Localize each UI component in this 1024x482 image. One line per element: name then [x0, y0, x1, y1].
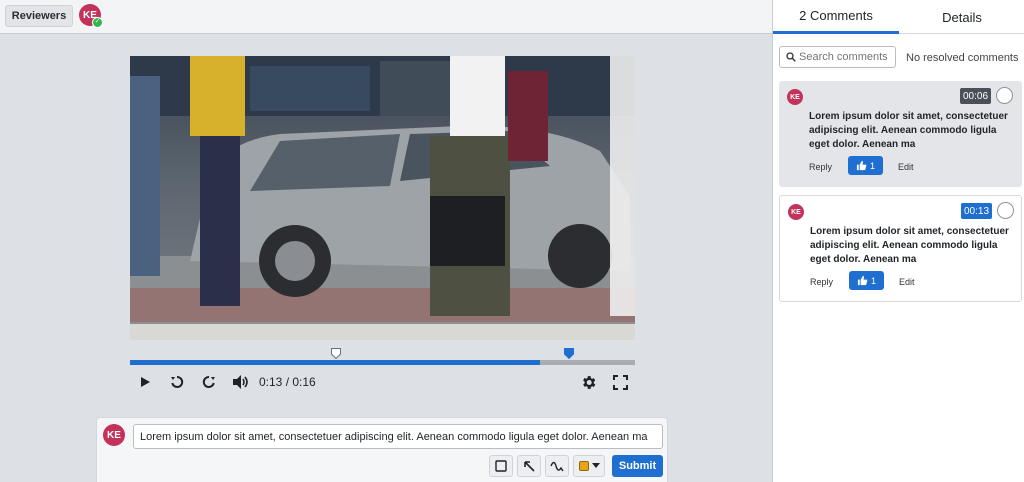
timeline-progress [130, 360, 541, 365]
tab-details[interactable]: Details [899, 0, 1024, 34]
play-icon [141, 377, 150, 387]
video-frame[interactable] [130, 56, 635, 340]
arrow-tool-button[interactable] [517, 455, 541, 477]
top-bar: Reviewers KE ✓ [0, 0, 772, 34]
comment-card[interactable]: KE 00:06 Lorem ipsum dolor sit amet, con… [779, 81, 1022, 187]
forward-button[interactable] [200, 373, 218, 391]
resolve-checkbox[interactable] [996, 87, 1013, 104]
reply-button[interactable]: Reply [810, 277, 833, 287]
resolved-comments-label[interactable]: No resolved comments [906, 52, 1019, 64]
edit-button[interactable]: Edit [898, 162, 914, 172]
time-display: 0:13 / 0:16 [259, 375, 316, 389]
online-status-icon: ✓ [92, 17, 103, 28]
like-button[interactable]: 1 [849, 271, 884, 290]
freehand-tool-button[interactable] [545, 455, 569, 477]
rectangle-icon [495, 460, 507, 472]
rewind-icon [171, 375, 184, 388]
like-button[interactable]: 1 [848, 156, 883, 175]
fullscreen-icon [612, 374, 628, 390]
rewind-button[interactable] [168, 373, 186, 391]
gear-icon [582, 375, 595, 389]
search-icon [786, 52, 796, 62]
rectangle-tool-button[interactable] [489, 455, 513, 477]
chevron-down-icon [591, 463, 600, 468]
fullscreen-button[interactable] [611, 373, 629, 391]
composer-avatar: KE [103, 424, 125, 446]
volume-button[interactable] [231, 373, 251, 391]
resolve-checkbox[interactable] [997, 202, 1014, 219]
search-input[interactable] [799, 47, 893, 67]
comment-text: Lorem ipsum dolor sit amet, consectetuer… [809, 111, 1008, 150]
comment-marker-2[interactable] [564, 346, 574, 360]
tab-comments[interactable]: 2 Comments [773, 0, 899, 34]
comment-timestamp[interactable]: 00:13 [961, 203, 992, 219]
comment-input[interactable] [133, 424, 663, 449]
comment-text: Lorem ipsum dolor sit amet, consectetuer… [810, 226, 1009, 265]
edit-button[interactable]: Edit [899, 277, 915, 287]
thumbs-up-icon [856, 160, 867, 171]
comment-avatar: KE [788, 204, 804, 220]
comment-marker-1[interactable] [331, 346, 341, 360]
comment-avatar: KE [787, 89, 803, 105]
comment-card[interactable]: KE 00:13 Lorem ipsum dolor sit amet, con… [779, 195, 1022, 302]
play-button[interactable] [136, 373, 154, 391]
reply-button[interactable]: Reply [809, 162, 832, 172]
volume-icon [233, 375, 248, 389]
arrow-icon [524, 461, 535, 472]
like-count: 1 [870, 275, 876, 286]
submit-button[interactable]: Submit [612, 455, 663, 477]
comment-composer: KE Submit [96, 417, 668, 482]
reviewers-button[interactable]: Reviewers [5, 5, 73, 27]
search-box[interactable] [779, 46, 896, 68]
like-count: 1 [869, 160, 875, 171]
settings-button[interactable] [579, 373, 597, 391]
video-still-image [130, 56, 635, 340]
color-picker-button[interactable] [573, 455, 605, 477]
timeline-scrubber[interactable] [130, 360, 635, 365]
thumbs-up-icon [857, 275, 868, 286]
panel-tabs: 2 Comments Details [773, 0, 1024, 34]
freehand-icon [550, 461, 564, 472]
comments-panel: 2 Comments Details No resolved comments … [772, 0, 1024, 482]
forward-icon [202, 375, 215, 388]
color-swatch [578, 461, 589, 471]
comment-timestamp[interactable]: 00:06 [960, 88, 991, 104]
